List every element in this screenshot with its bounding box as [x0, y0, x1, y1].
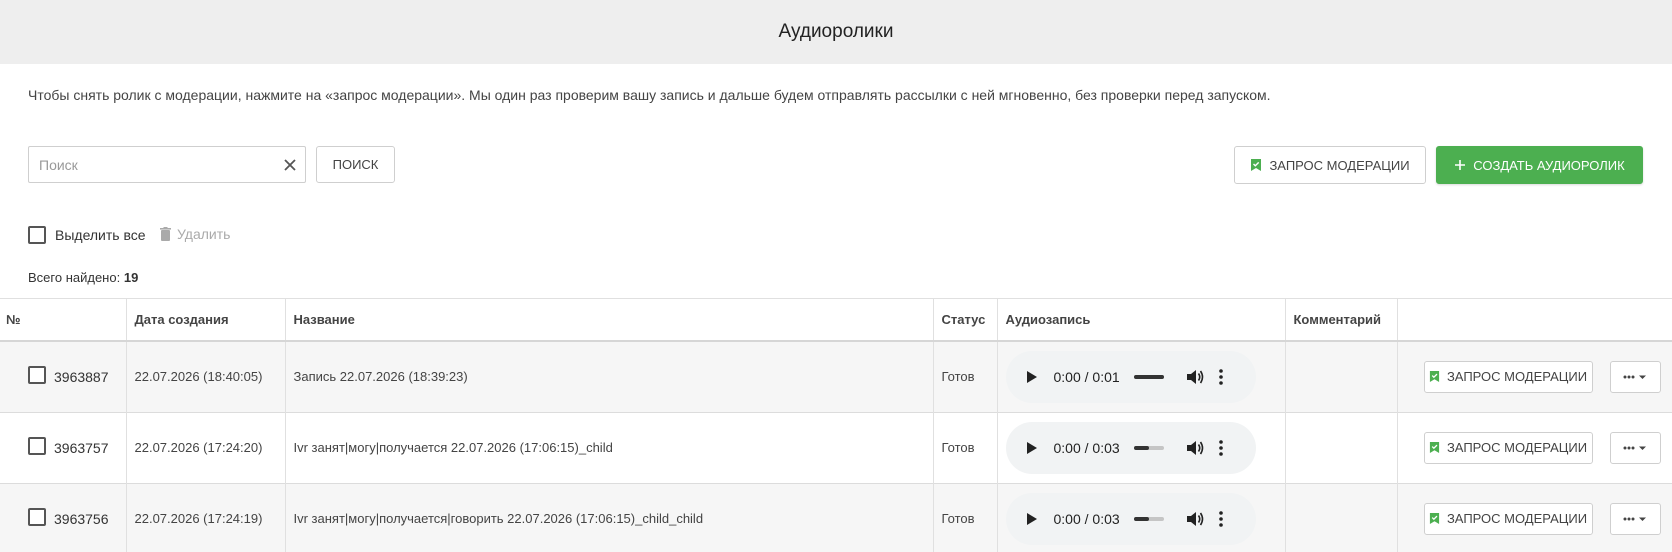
total-count: 19	[123, 270, 139, 285]
col-header-created[interactable]: Дата создания	[126, 298, 286, 342]
cell-name: Ivr занят|могу|получается|говорить 22.07…	[285, 483, 934, 552]
cell-actions: ЗАПРОС МОДЕРАЦИИ	[1397, 412, 1672, 483]
cell-created: 22.07.2026 (17:24:20)	[126, 412, 286, 483]
table-row: 3963757 22.07.2026 (17:24:20) Ivr занят|…	[0, 412, 1672, 483]
cell-name: Запись 22.07.2026 (18:39:23)	[285, 340, 934, 412]
cell-name: Ivr занят|могу|получается 22.07.2026 (17…	[285, 412, 934, 483]
search-box	[28, 146, 306, 183]
cell-id: 3963757	[0, 412, 127, 483]
cell-id: 3963756	[0, 483, 127, 552]
trash-icon	[160, 227, 171, 241]
search-input[interactable]	[29, 147, 275, 182]
cell-created: 22.07.2026 (18:40:05)	[126, 340, 286, 412]
col-header-num[interactable]: №	[0, 298, 127, 342]
row-checkbox[interactable]	[28, 507, 46, 526]
cell-comment	[1285, 340, 1398, 412]
page-header: Аудиоролики	[0, 0, 1672, 64]
cell-actions: ЗАПРОС МОДЕРАЦИИ	[1397, 341, 1672, 413]
cell-actions: ЗАПРОС МОДЕРАЦИИ	[1397, 483, 1672, 552]
close-icon[interactable]	[275, 147, 305, 182]
row-moderation-button[interactable]: ЗАПРОС МОДЕРАЦИИ	[1423, 360, 1593, 393]
row-id: 3963757	[54, 439, 109, 456]
audio-player: 0:00 / 0:03	[1005, 421, 1256, 474]
audio-player: 0:00 / 0:01	[1005, 350, 1256, 403]
row-moderation-label: ЗАПРОС МОДЕРАЦИИ	[1446, 440, 1588, 455]
total-found: Всего найдено: 19	[28, 270, 138, 285]
create-audio-button[interactable]: СОЗДАТЬ АУДИОРОЛИК	[1436, 146, 1643, 184]
audio-time: 0:00 / 0:03	[1053, 439, 1120, 456]
cell-created: 22.07.2026 (17:24:19)	[126, 483, 286, 552]
row-id: 3963887	[54, 368, 109, 385]
play-icon[interactable]	[1026, 369, 1042, 385]
cell-audio: 0:00 / 0:03	[997, 412, 1286, 483]
moderation-request-button[interactable]: ЗАПРОС МОДЕРАЦИИ	[1234, 146, 1426, 184]
more-horiz-icon	[1623, 370, 1647, 384]
create-audio-label: СОЗДАТЬ АУДИОРОЛИК	[1473, 157, 1625, 173]
more-vert-icon[interactable]	[1218, 368, 1224, 385]
cell-id: 3963887	[0, 340, 127, 412]
audio-time: 0:00 / 0:01	[1053, 368, 1120, 385]
cell-status: Готов	[933, 340, 998, 412]
select-all-checkbox[interactable]	[28, 226, 46, 244]
cell-comment	[1285, 483, 1398, 552]
bookmark-check-icon	[1250, 158, 1262, 172]
info-text: Чтобы снять ролик с модерации, нажмите н…	[28, 87, 1271, 103]
table-row: 3963756 22.07.2026 (17:24:19) Ivr занят|…	[0, 483, 1672, 552]
cell-audio: 0:00 / 0:03	[997, 483, 1286, 552]
select-all[interactable]: Выделить все	[28, 226, 146, 244]
audio-progress-slider[interactable]	[1133, 374, 1164, 379]
row-checkbox[interactable]	[28, 365, 46, 384]
delete-button[interactable]: Удалить	[160, 226, 230, 242]
volume-icon[interactable]	[1186, 510, 1204, 528]
search-button-label: ПОИСК	[332, 157, 379, 172]
row-moderation-button[interactable]: ЗАПРОС МОДЕРАЦИИ	[1423, 431, 1593, 464]
volume-icon[interactable]	[1186, 439, 1204, 457]
row-moderation-label: ЗАПРОС МОДЕРАЦИИ	[1446, 511, 1588, 526]
audio-player: 0:00 / 0:03	[1005, 492, 1256, 545]
more-horiz-icon	[1623, 512, 1647, 526]
row-menu-button[interactable]	[1609, 431, 1661, 464]
bookmark-check-icon	[1429, 441, 1440, 454]
bookmark-check-icon	[1429, 370, 1440, 383]
audio-table: № Дата создания Название Статус Аудиозап…	[0, 298, 1672, 552]
cell-audio: 0:00 / 0:01	[997, 340, 1286, 412]
row-id: 3963756	[54, 510, 109, 527]
volume-icon[interactable]	[1186, 368, 1204, 386]
search-button[interactable]: ПОИСК	[316, 146, 395, 183]
plus-icon	[1454, 159, 1466, 171]
col-header-actions	[1397, 298, 1672, 342]
total-label: Всего найдено:	[28, 270, 121, 285]
col-header-audio: Аудиозапись	[997, 298, 1286, 342]
row-moderation-label: ЗАПРОС МОДЕРАЦИИ	[1446, 369, 1588, 384]
audio-progress-slider[interactable]	[1133, 445, 1164, 450]
table-row: 3963887 22.07.2026 (18:40:05) Запись 22.…	[0, 340, 1672, 413]
delete-label: Удалить	[177, 226, 231, 242]
row-checkbox[interactable]	[28, 436, 46, 455]
audio-progress-slider[interactable]	[1133, 516, 1164, 521]
more-horiz-icon	[1623, 441, 1647, 455]
col-header-comment: Комментарий	[1285, 298, 1398, 342]
more-vert-icon[interactable]	[1218, 439, 1224, 456]
col-header-status[interactable]: Статус	[933, 298, 998, 342]
more-vert-icon[interactable]	[1218, 510, 1224, 527]
select-all-label: Выделить все	[55, 227, 146, 243]
cell-comment	[1285, 412, 1398, 483]
play-icon[interactable]	[1026, 511, 1042, 527]
bookmark-check-icon	[1429, 512, 1440, 525]
row-moderation-button[interactable]: ЗАПРОС МОДЕРАЦИИ	[1423, 502, 1593, 535]
cell-status: Готов	[933, 412, 998, 483]
audio-time: 0:00 / 0:03	[1053, 510, 1120, 527]
moderation-request-label: ЗАПРОС МОДЕРАЦИИ	[1269, 157, 1410, 173]
cell-status: Готов	[933, 483, 998, 552]
row-menu-button[interactable]	[1609, 360, 1661, 393]
row-menu-button[interactable]	[1609, 502, 1661, 535]
play-icon[interactable]	[1026, 440, 1042, 456]
table-header-row: № Дата создания Название Статус Аудиозап…	[0, 298, 1672, 342]
col-header-name[interactable]: Название	[285, 298, 934, 342]
page-title: Аудиоролики	[778, 21, 894, 42]
